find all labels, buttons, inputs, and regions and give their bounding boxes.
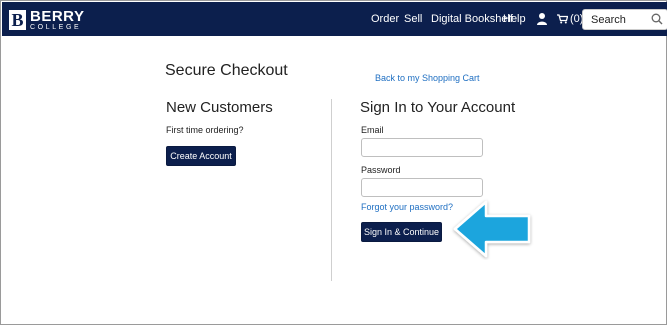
user-icon[interactable] [536, 12, 548, 26]
berry-college-logo[interactable]: B BERRY COLLEGE [9, 9, 84, 31]
nav-help[interactable]: Help [503, 13, 526, 25]
forgot-password-link[interactable]: Forgot your password? [361, 202, 453, 212]
logo-name: BERRY [30, 8, 85, 25]
create-account-button[interactable]: Create Account [166, 146, 236, 166]
nav-order[interactable]: Order [371, 13, 399, 25]
first-time-text: First time ordering? [166, 125, 244, 135]
search-input[interactable] [583, 10, 647, 30]
email-field[interactable] [361, 138, 483, 157]
sign-in-continue-button[interactable]: Sign In & Continue [361, 222, 442, 242]
top-navbar: B BERRY COLLEGE Order Sell Digital Books… [2, 2, 667, 36]
logo-wordmark: BERRY COLLEGE [30, 9, 84, 31]
column-divider [331, 99, 332, 281]
search-icon[interactable] [651, 13, 663, 25]
cart-icon [557, 14, 568, 24]
browser-frame: B BERRY COLLEGE Order Sell Digital Books… [0, 0, 667, 325]
nav-sell[interactable]: Sell [404, 13, 422, 25]
back-to-cart-link[interactable]: Back to my Shopping Cart [375, 73, 480, 83]
sign-in-heading: Sign In to Your Account [360, 99, 516, 116]
page-title: Secure Checkout [165, 62, 288, 79]
cart-link[interactable]: (0) [557, 13, 583, 25]
logo-subtitle: COLLEGE [30, 24, 82, 31]
password-field[interactable] [361, 178, 483, 197]
password-label: Password [361, 165, 401, 175]
email-label: Email [361, 125, 384, 135]
nav-digital-bookshelf[interactable]: Digital Bookshelf [431, 13, 513, 25]
logo-mark: B [9, 10, 26, 30]
arrow-left-icon [453, 200, 531, 258]
new-customers-heading: New Customers [166, 99, 273, 116]
search-box [582, 9, 667, 30]
